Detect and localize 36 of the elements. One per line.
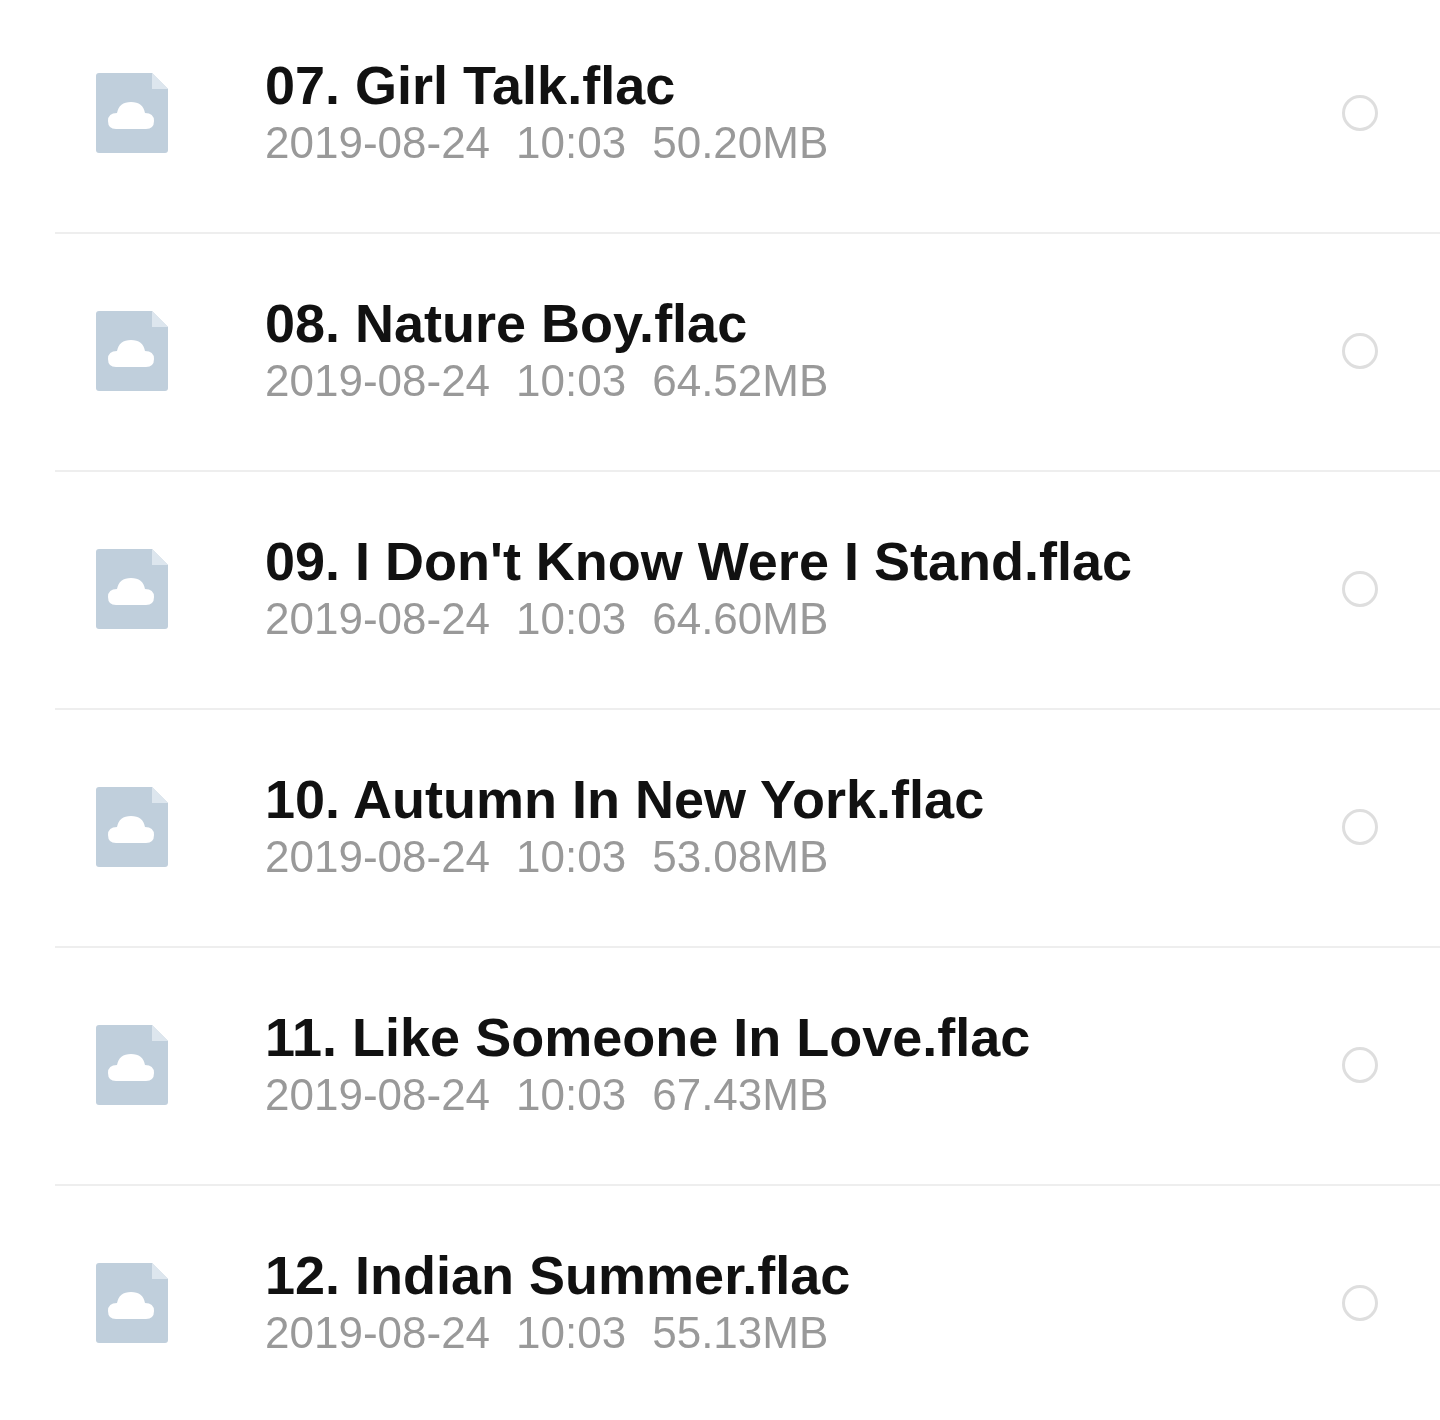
file-name: 09. I Don't Know Were I Stand.flac — [265, 531, 1133, 592]
file-date: 2019-08-24 — [265, 1307, 491, 1360]
select-radio[interactable] — [1342, 333, 1378, 369]
select-radio[interactable] — [1342, 571, 1378, 607]
file-size: 50.20MB — [652, 117, 829, 170]
file-date: 2019-08-24 — [265, 831, 491, 884]
file-time: 10:03 — [516, 1069, 627, 1122]
cloud-file-icon — [96, 1025, 168, 1105]
file-size: 67.43MB — [652, 1069, 829, 1122]
file-name: 10. Autumn In New York.flac — [265, 769, 986, 830]
file-time: 10:03 — [516, 831, 627, 884]
cloud-file-icon — [96, 549, 168, 629]
file-name: 07. Girl Talk.flac — [265, 55, 677, 116]
select-radio[interactable] — [1342, 1285, 1378, 1321]
file-date: 2019-08-24 — [265, 593, 491, 646]
cloud-file-icon — [96, 73, 168, 153]
file-size: 53.08MB — [652, 831, 829, 884]
select-radio[interactable] — [1342, 1047, 1378, 1083]
file-time: 10:03 — [516, 355, 627, 408]
file-date: 2019-08-24 — [265, 355, 491, 408]
file-name: 12. Indian Summer.flac — [265, 1245, 852, 1306]
file-time: 10:03 — [516, 593, 627, 646]
select-radio[interactable] — [1342, 95, 1378, 131]
file-date: 2019-08-24 — [265, 117, 491, 170]
select-radio[interactable] — [1342, 809, 1378, 845]
cloud-file-icon — [96, 787, 168, 867]
file-name: 08. Nature Boy.flac — [265, 293, 749, 354]
file-size: 64.60MB — [652, 593, 829, 646]
file-date: 2019-08-24 — [265, 1069, 491, 1122]
file-name: 11. Like Someone In Love.flac — [265, 1007, 1032, 1068]
cloud-file-icon — [96, 1263, 168, 1343]
file-time: 10:03 — [516, 1307, 627, 1360]
file-time: 10:03 — [516, 117, 627, 170]
file-size: 55.13MB — [652, 1307, 829, 1360]
file-size: 64.52MB — [652, 355, 829, 408]
cloud-file-icon — [96, 311, 168, 391]
